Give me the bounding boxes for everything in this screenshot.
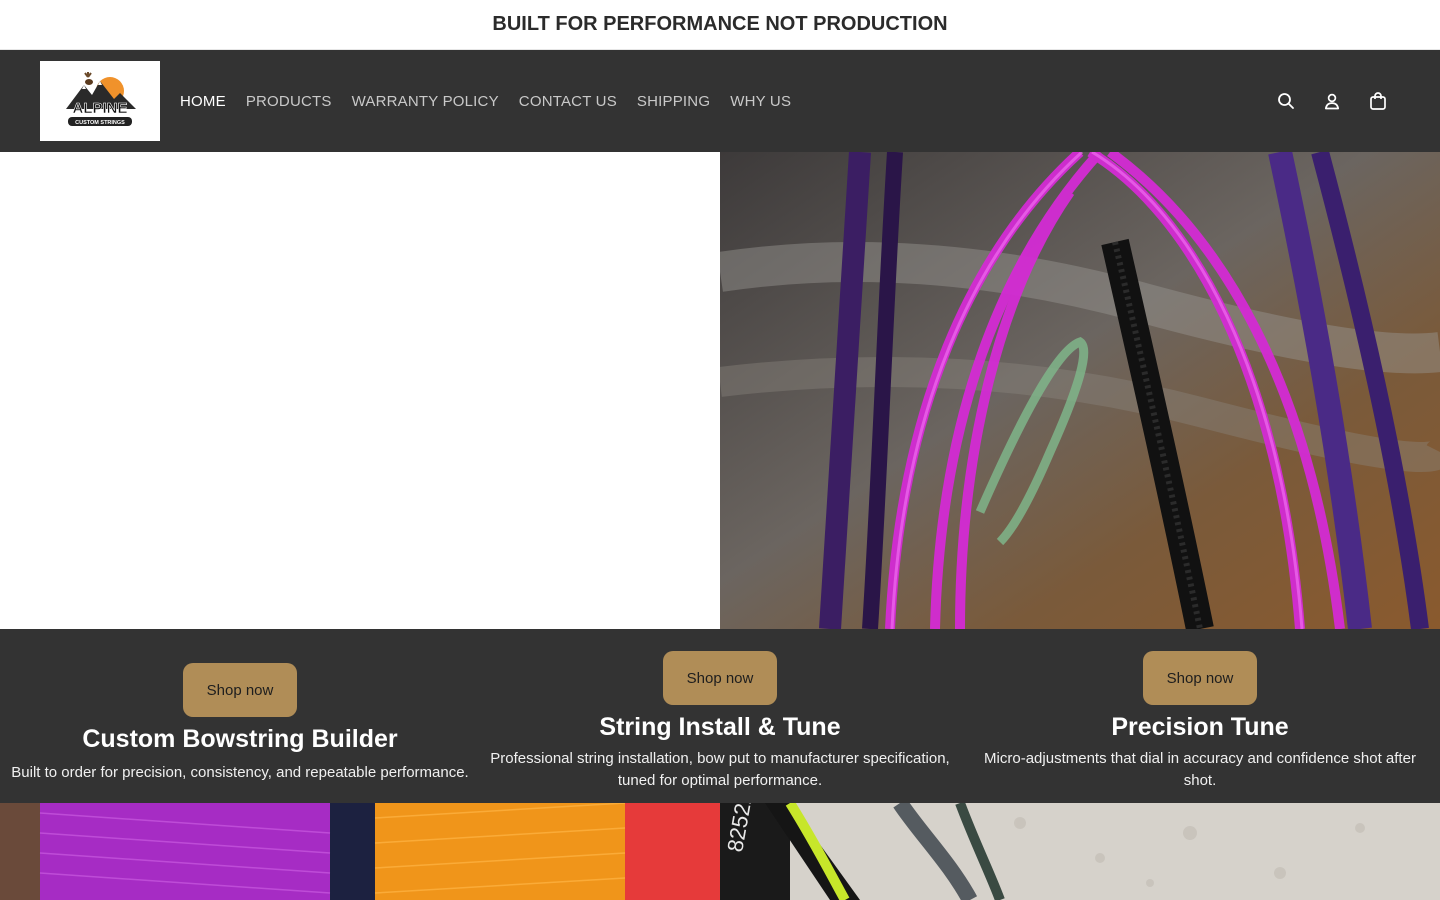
hero-blank-panel: [0, 152, 720, 629]
feature-string-install: Shop now String Install & Tune Professio…: [480, 629, 960, 803]
shop-now-button[interactable]: Shop now: [1142, 651, 1258, 705]
announcement-text: BUILT FOR PERFORMANCE NOT PRODUCTION: [492, 13, 948, 35]
bottom-gallery: 82522: [0, 803, 1440, 900]
cart-icon[interactable]: [1368, 91, 1388, 111]
logo-title: ALPINE: [72, 100, 127, 117]
feature-title: Precision Tune: [1111, 713, 1289, 741]
logo-subtitle: CUSTOM STRINGS: [75, 120, 125, 126]
hero-section: [0, 152, 1440, 629]
logo-image: ALPINE CUSTOM STRINGS: [66, 72, 136, 126]
shop-now-button[interactable]: Shop now: [662, 651, 778, 705]
nav-why-us[interactable]: WHY US: [730, 93, 791, 110]
logo[interactable]: ALPINE CUSTOM STRINGS: [40, 61, 160, 141]
feature-description: Built to order for precision, consistenc…: [11, 764, 469, 781]
shop-now-button[interactable]: Shop now: [182, 663, 298, 717]
main-nav: HOME PRODUCTS WARRANTY POLICY CONTACT US…: [180, 93, 791, 110]
site-header: ALPINE CUSTOM STRINGS HOME PRODUCTS WARR…: [0, 50, 1440, 152]
hero-bowstring-image: [720, 152, 1440, 629]
feature-description: Professional string installation, bow pu…: [490, 750, 950, 789]
header-icons: [1276, 50, 1388, 152]
nav-contact-us[interactable]: CONTACT US: [519, 93, 617, 110]
nav-products[interactable]: PRODUCTS: [246, 93, 332, 110]
feature-precision-tune: Shop now Precision Tune Micro-adjustment…: [960, 629, 1440, 803]
nav-shipping[interactable]: SHIPPING: [637, 93, 710, 110]
feature-title: Custom Bowstring Builder: [82, 725, 398, 753]
bow-cam-image: 82522: [720, 803, 1440, 900]
thread-spools-image: [0, 803, 720, 900]
feature-description: Micro-adjustments that dial in accuracy …: [984, 750, 1416, 789]
features-section: Shop now Custom Bowstring Builder Built …: [0, 629, 1440, 803]
nav-home[interactable]: HOME: [180, 93, 226, 110]
search-icon[interactable]: [1276, 91, 1296, 111]
nav-warranty-policy[interactable]: WARRANTY POLICY: [352, 93, 499, 110]
feature-custom-bowstring: Shop now Custom Bowstring Builder Built …: [0, 629, 480, 803]
feature-title: String Install & Tune: [599, 713, 841, 741]
account-icon[interactable]: [1322, 91, 1342, 111]
announcement-bar: BUILT FOR PERFORMANCE NOT PRODUCTION: [0, 0, 1440, 50]
